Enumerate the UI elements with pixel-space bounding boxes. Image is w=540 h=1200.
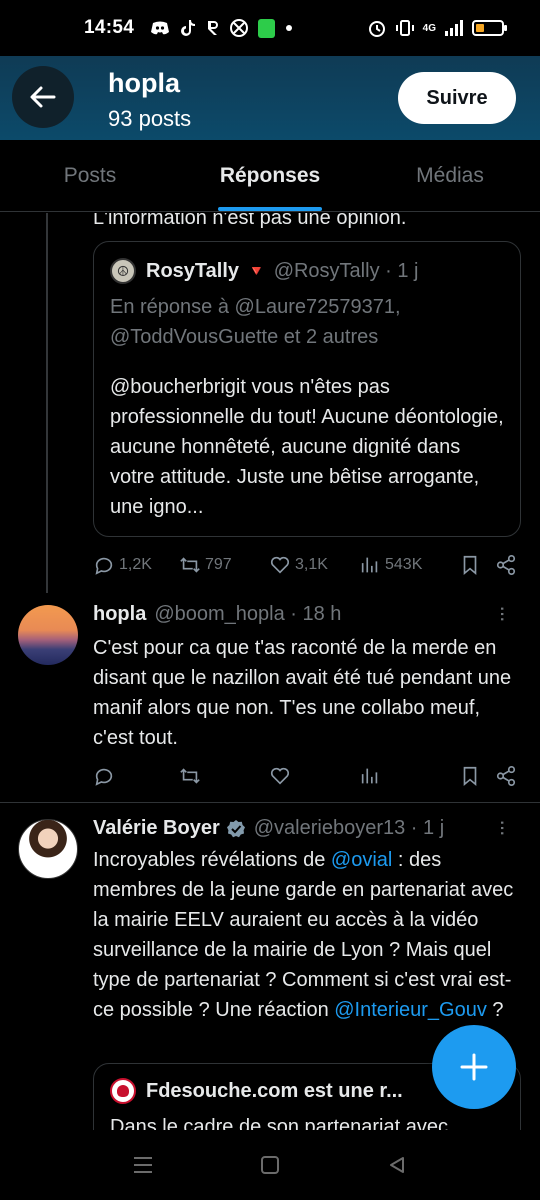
more-options-button[interactable]: ···	[490, 819, 516, 835]
post-count: 93 posts	[108, 106, 192, 131]
author-handle: @valerieboyer13 · 1 j	[253, 817, 445, 839]
recents-button[interactable]	[131, 1153, 155, 1177]
system-nav-bar	[0, 1130, 540, 1200]
dot-icon	[286, 25, 293, 31]
compose-button[interactable]	[432, 1025, 516, 1109]
menu-icon	[134, 1157, 153, 1173]
network-type: 4G	[422, 22, 436, 34]
follow-button[interactable]: Suivre	[398, 72, 516, 124]
quoted-author-name: Fdesouche.com est une r...	[146, 1079, 403, 1102]
reply-icon	[95, 557, 113, 575]
reply-icon	[95, 768, 113, 786]
bookmark-button[interactable]	[459, 765, 495, 787]
r-app-icon	[208, 21, 219, 35]
heart-icon	[270, 556, 290, 574]
vibrate-icon	[395, 20, 414, 36]
repost-button[interactable]	[179, 765, 269, 787]
reply-button[interactable]	[93, 765, 179, 787]
green-app-icon	[258, 18, 276, 38]
status-right-icons: 4G	[367, 18, 507, 38]
xbox-icon	[230, 19, 249, 37]
quoted-tweet[interactable]: ☮ RosyTally 🔻 @RosyTally · 1 j En répons…	[93, 241, 521, 537]
quoted-author-handle: @RosyTally · 1 j	[273, 259, 419, 282]
back-nav-button[interactable]	[385, 1153, 409, 1177]
reply-button[interactable]: 1,2K	[93, 554, 179, 576]
arrow-left-icon	[30, 86, 56, 108]
like-count: 3,1K	[295, 556, 328, 573]
like-button[interactable]: 3,1K	[269, 554, 359, 576]
share-button[interactable]	[495, 765, 517, 787]
more-options-button[interactable]: ···	[490, 605, 516, 621]
repost-button[interactable]: 797	[179, 554, 269, 576]
tab-posts[interactable]: Posts	[0, 140, 180, 211]
tweet-header: Valérie Boyer @valerieboyer13 · 1 j	[93, 817, 444, 840]
tweet-text: ?	[486, 999, 504, 1021]
thread-line	[46, 213, 48, 593]
home-button[interactable]	[258, 1153, 282, 1177]
reply-context-line: En réponse à @Laure72579371,	[110, 296, 401, 318]
profile-name: hopla	[108, 68, 180, 98]
signal-icon	[445, 20, 463, 36]
share-icon	[496, 766, 516, 786]
bookmark-button[interactable]	[459, 554, 495, 576]
plus-icon	[460, 1053, 488, 1081]
tab-media[interactable]: Médias	[360, 140, 540, 211]
reply-count: 1,2K	[119, 556, 152, 573]
views-icon	[361, 557, 378, 573]
avatar	[110, 1078, 136, 1104]
tweet-body-cut: L'information n'est pas une opinion.	[93, 213, 407, 229]
mention-link[interactable]: @Interieur_Gouv	[334, 999, 487, 1021]
verified-badge-icon	[226, 819, 246, 839]
tweet-header: hopla @boom_hopla · 18 h	[93, 603, 341, 626]
share-button[interactable]	[495, 554, 517, 576]
views-button[interactable]: 543K	[359, 554, 459, 576]
views-button[interactable]	[359, 765, 459, 787]
bookmark-icon	[463, 555, 477, 576]
author-handle: @boom_hopla · 18 h	[154, 603, 342, 625]
tweet-text: Incroyables révélations de	[93, 849, 331, 871]
back-triangle-icon	[389, 1157, 404, 1173]
avatar[interactable]	[18, 605, 78, 665]
status-left-icons	[150, 18, 293, 38]
tweet-body: Incroyables révélations de @ovial : des …	[93, 845, 523, 1025]
heart-icon	[270, 767, 290, 785]
tweet-text: : des membres de la jeune garde en parte…	[93, 849, 514, 1021]
divider	[0, 802, 540, 803]
back-button[interactable]	[12, 66, 74, 128]
battery-icon	[472, 20, 507, 36]
home-square-icon	[260, 1156, 279, 1174]
view-count: 543K	[385, 556, 423, 573]
quoted-author-name: RosyTally	[146, 259, 239, 282]
profile-header: hopla 93 posts Suivre	[0, 56, 540, 140]
author-name[interactable]: hopla	[93, 603, 146, 626]
bookmark-icon	[463, 766, 477, 787]
tweet-body: C'est pour ca que t'as raconté de la mer…	[93, 637, 512, 749]
like-button[interactable]	[269, 765, 359, 787]
repost-count: 797	[205, 556, 232, 573]
tab-replies[interactable]: Réponses	[180, 140, 360, 211]
quoted-tweet-header: ☮ RosyTally 🔻 @RosyTally · 1 j	[110, 258, 504, 284]
feed: L'information n'est pas une opinion. ☮ R…	[0, 213, 540, 1130]
reply-context: En réponse à @Laure72579371, @ToddVousGu…	[110, 292, 504, 352]
share-icon	[496, 555, 516, 575]
reply-context-line: @ToddVousGuette et 2 autres	[110, 326, 379, 348]
tiktok-icon	[181, 20, 196, 36]
quoted-tweet-body: @boucherbrigit vous n'êtes pas professio…	[110, 376, 504, 518]
tweet-actions: 1,2K 797 3,1K 543K	[93, 550, 521, 580]
status-time: 14:54	[84, 17, 135, 38]
status-bar: 14:54 4G	[0, 0, 540, 56]
profile-tabs: Posts Réponses Médias	[0, 140, 540, 212]
quoted-tweet-body: Dans le cadre de son partenariat avec	[110, 1116, 448, 1130]
tweet-actions	[93, 761, 521, 791]
author-name[interactable]: Valérie Boyer	[93, 817, 220, 840]
avatar: ☮	[110, 258, 136, 284]
views-icon	[361, 768, 378, 784]
red-triangle-icon: 🔻	[247, 263, 266, 280]
repost-icon	[180, 557, 200, 573]
mention-link[interactable]: @ovial	[331, 849, 392, 871]
discord-icon	[151, 21, 170, 35]
repost-icon	[180, 768, 200, 784]
alarm-icon	[368, 21, 385, 37]
avatar[interactable]	[18, 819, 78, 879]
